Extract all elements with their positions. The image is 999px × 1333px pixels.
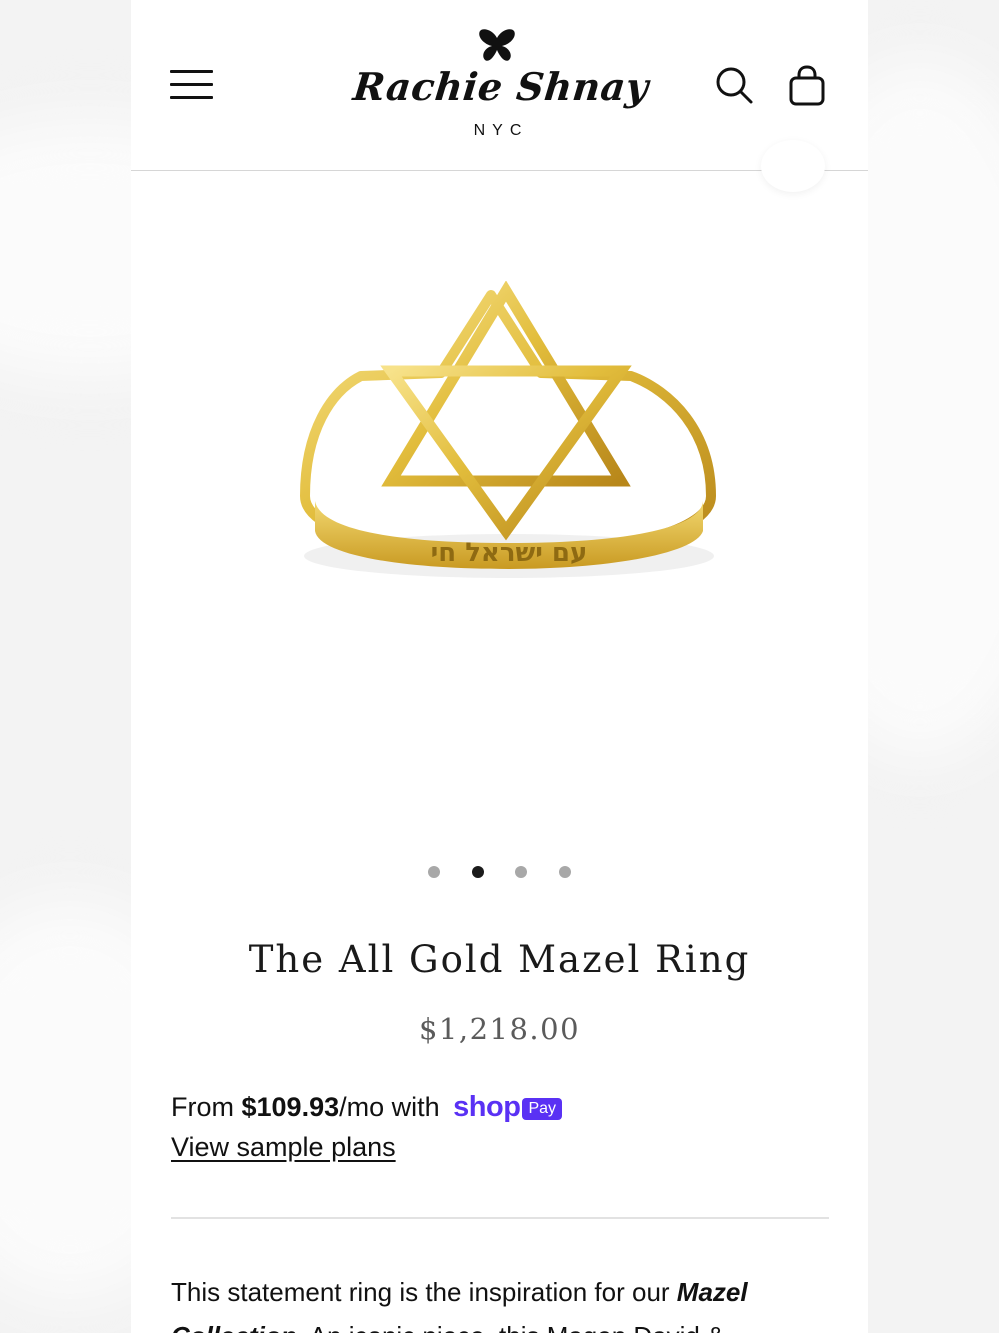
hamburger-icon-line: [170, 83, 213, 86]
gallery-dot-4[interactable]: [559, 866, 571, 878]
gallery-pagination: [131, 862, 868, 882]
butterfly-icon: [479, 29, 515, 61]
product-title: The All Gold Mazel Ring: [248, 938, 751, 981]
search-button[interactable]: [713, 64, 757, 108]
shopping-bag-icon: [789, 65, 825, 106]
product-page: Rachie Shnay NYC עם ישראל חי The All Gol…: [131, 0, 868, 1333]
gallery-dot-1[interactable]: [428, 866, 440, 878]
view-sample-plans-link[interactable]: View sample plans: [171, 1132, 396, 1163]
menu-button[interactable]: [170, 68, 214, 102]
description-text-rest: . An iconic piece, this Magen David &: [297, 1321, 725, 1333]
shop-pay-logo: shop: [453, 1091, 521, 1123]
description-text-start: This statement ring is the inspiration f…: [171, 1277, 677, 1307]
product-image-ring: עם ישראל חי: [300, 281, 716, 578]
product-price: $1,218.00: [418, 1012, 581, 1046]
hamburger-icon-line: [170, 96, 213, 99]
hamburger-icon: [170, 70, 213, 73]
installments-suffix: /mo with: [339, 1092, 440, 1122]
ring-engraving: עם ישראל חי: [431, 538, 588, 568]
brand-name: Rachie Shnay: [351, 64, 651, 109]
product-description: This statement ring is the inspiration f…: [171, 1270, 811, 1333]
brand-logo[interactable]: Rachie Shnay NYC: [331, 26, 671, 146]
search-icon: [716, 67, 753, 104]
brand-city: NYC: [473, 122, 529, 139]
product-gallery[interactable]: עם ישראל חי: [131, 171, 868, 841]
installments-prefix: From: [171, 1092, 242, 1122]
divider: [171, 1217, 829, 1219]
shop-pay-installments: From $109.93/mo with shop Pay: [171, 1091, 831, 1127]
gallery-dot-2[interactable]: [472, 866, 484, 878]
cart-button[interactable]: [785, 64, 829, 108]
gallery-dot-3[interactable]: [515, 866, 527, 878]
installments-amount: $109.93: [241, 1092, 340, 1122]
shop-pay-badge: Pay: [522, 1098, 563, 1120]
site-header: Rachie Shnay NYC: [131, 0, 868, 171]
